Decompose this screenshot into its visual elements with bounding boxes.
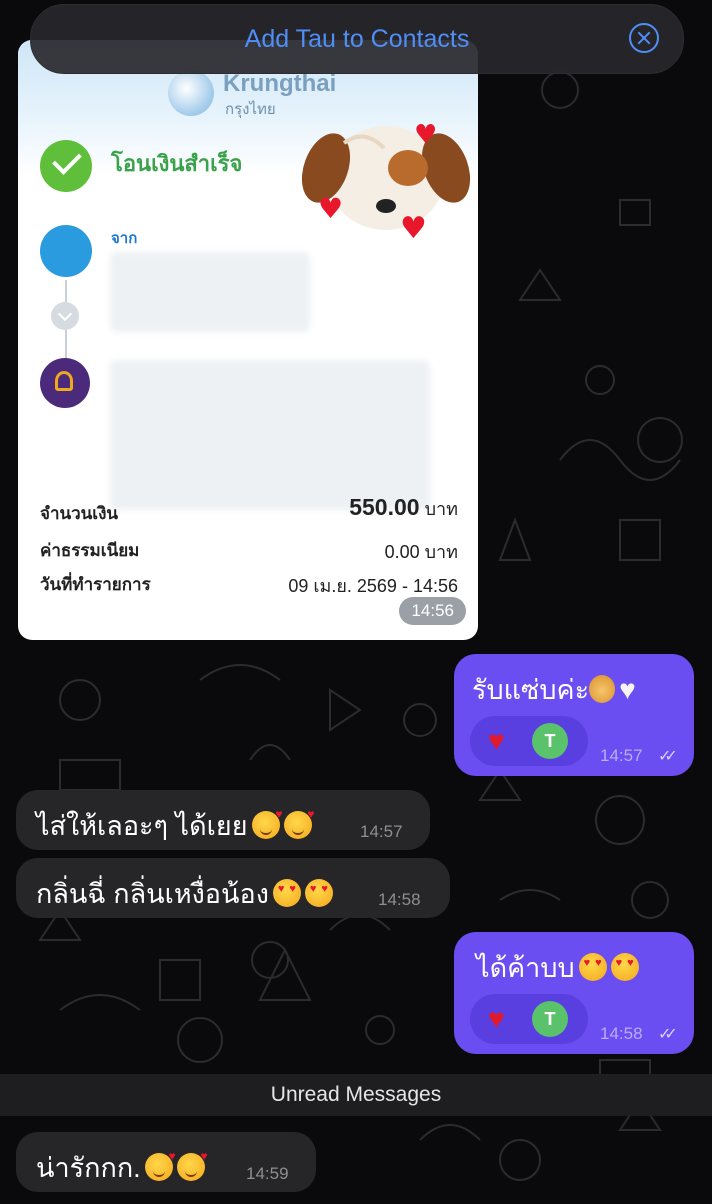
message-time: 14:57 <box>600 746 643 765</box>
message-bubble-outgoing[interactable]: รับแซ่บค่ะ ♥ ♥ T 14:57 ✓✓ <box>454 654 694 776</box>
reaction-pill[interactable]: ♥ T <box>470 716 588 766</box>
smiling-hearts-emoji-icon <box>283 807 315 839</box>
message-text-content: กลิ่นฉี่ กลิ่นเหงื่อน้อง <box>36 879 269 909</box>
message-bubble-incoming[interactable]: น่ารักกก. 14:59 <box>16 1132 316 1192</box>
amount-unit: บาท <box>424 499 458 519</box>
message-bubble-incoming[interactable]: ไส่ให้เลอะๆ ได้เยย 14:57 <box>16 790 430 850</box>
puppy-animoji-sticker[interactable]: ♥ ♥ ♥ <box>296 108 476 248</box>
bank-name-thai: กรุงไทย <box>225 101 276 118</box>
unread-messages-divider: Unread Messages <box>0 1074 712 1116</box>
white-heart-emoji-icon: ♥ <box>619 674 636 705</box>
amount-number: 550.00 <box>349 494 420 520</box>
svg-text:♥: ♥ <box>414 120 437 150</box>
read-checks-icon: ✓✓ <box>658 748 678 765</box>
message-text: กลิ่นฉี่ กลิ่นเหงื่อน้อง <box>36 872 333 915</box>
message-time: 14:57 <box>360 822 403 841</box>
heart-eyes-emoji-icon <box>272 879 301 907</box>
add-contact-banner[interactable]: Add Tau to Contacts <box>30 4 684 74</box>
heart-reaction-icon: ♥ <box>488 725 505 756</box>
message-text: น่ารักกก. <box>36 1146 208 1189</box>
receipt-time: 14:56 <box>399 597 466 625</box>
amount-value: 550.00 บาท <box>349 494 458 523</box>
message-bubble-outgoing[interactable]: ได้ค้าบบ ♥ T 14:58 ✓✓ <box>454 932 694 1054</box>
from-label: จาก <box>111 230 138 247</box>
message-time: 14:59 <box>246 1164 289 1183</box>
chevron-down-icon <box>51 302 79 330</box>
heart-eyes-emoji-icon <box>610 953 639 981</box>
message-text: ได้ค้าบบ <box>476 946 639 989</box>
message-text: รับแซ่บค่ะ ♥ <box>472 668 636 711</box>
message-bubble-incoming[interactable]: กลิ่นฉี่ กลิ่นเหงื่อน้อง 14:58 <box>16 858 450 918</box>
message-text: ไส่ให้เลอะๆ ได้เยย <box>36 804 315 847</box>
fee-value: 0.00 บาท <box>384 542 458 562</box>
message-text-content: น่ารักกก. <box>36 1153 141 1183</box>
transfer-status: โอนเงินสำเร็จ <box>111 151 243 176</box>
unread-label: Unread Messages <box>270 1083 442 1106</box>
date-value: 09 เม.ย. 2569 - 14:56 <box>288 576 458 596</box>
add-contact-link[interactable]: Add Tau to Contacts <box>245 25 470 54</box>
fee-label: ค่าธรรมเนียม <box>40 541 140 560</box>
message-time: 14:58 <box>378 890 421 909</box>
message-text-content: รับแซ่บค่ะ <box>472 675 590 705</box>
message-time: 14:58 <box>600 1024 643 1043</box>
close-icon[interactable] <box>629 23 659 53</box>
reaction-pill[interactable]: ♥ T <box>470 994 588 1044</box>
heart-eyes-emoji-icon <box>304 879 333 907</box>
smiling-hearts-emoji-icon <box>144 1149 176 1181</box>
message-text-content: ไส่ให้เลอะๆ ได้เยย <box>36 811 248 841</box>
bank-name: Krungthai <box>223 70 337 97</box>
date-label: วันที่ทำรายการ <box>40 575 151 594</box>
person-emoji-icon <box>589 675 616 703</box>
redacted-recipient <box>110 360 430 510</box>
reactor-avatar: T <box>532 723 568 759</box>
heart-reaction-icon: ♥ <box>488 1003 505 1034</box>
smiling-hearts-emoji-icon <box>176 1149 208 1181</box>
amount-label: จำนวนเงิน <box>40 504 119 523</box>
recipient-bank-icon <box>40 358 90 408</box>
redacted-sender <box>110 252 310 332</box>
read-checks-icon: ✓✓ <box>658 1026 678 1043</box>
reactor-avatar: T <box>532 1001 568 1037</box>
message-text-content: ได้ค้าบบ <box>476 953 575 983</box>
sender-bank-icon <box>40 225 92 277</box>
success-check-icon <box>40 140 92 192</box>
svg-text:♥: ♥ <box>400 211 427 246</box>
smiling-hearts-emoji-icon <box>251 807 283 839</box>
svg-text:♥: ♥ <box>318 192 343 225</box>
heart-eyes-emoji-icon <box>578 953 607 981</box>
krungthai-logo-icon <box>168 70 214 116</box>
